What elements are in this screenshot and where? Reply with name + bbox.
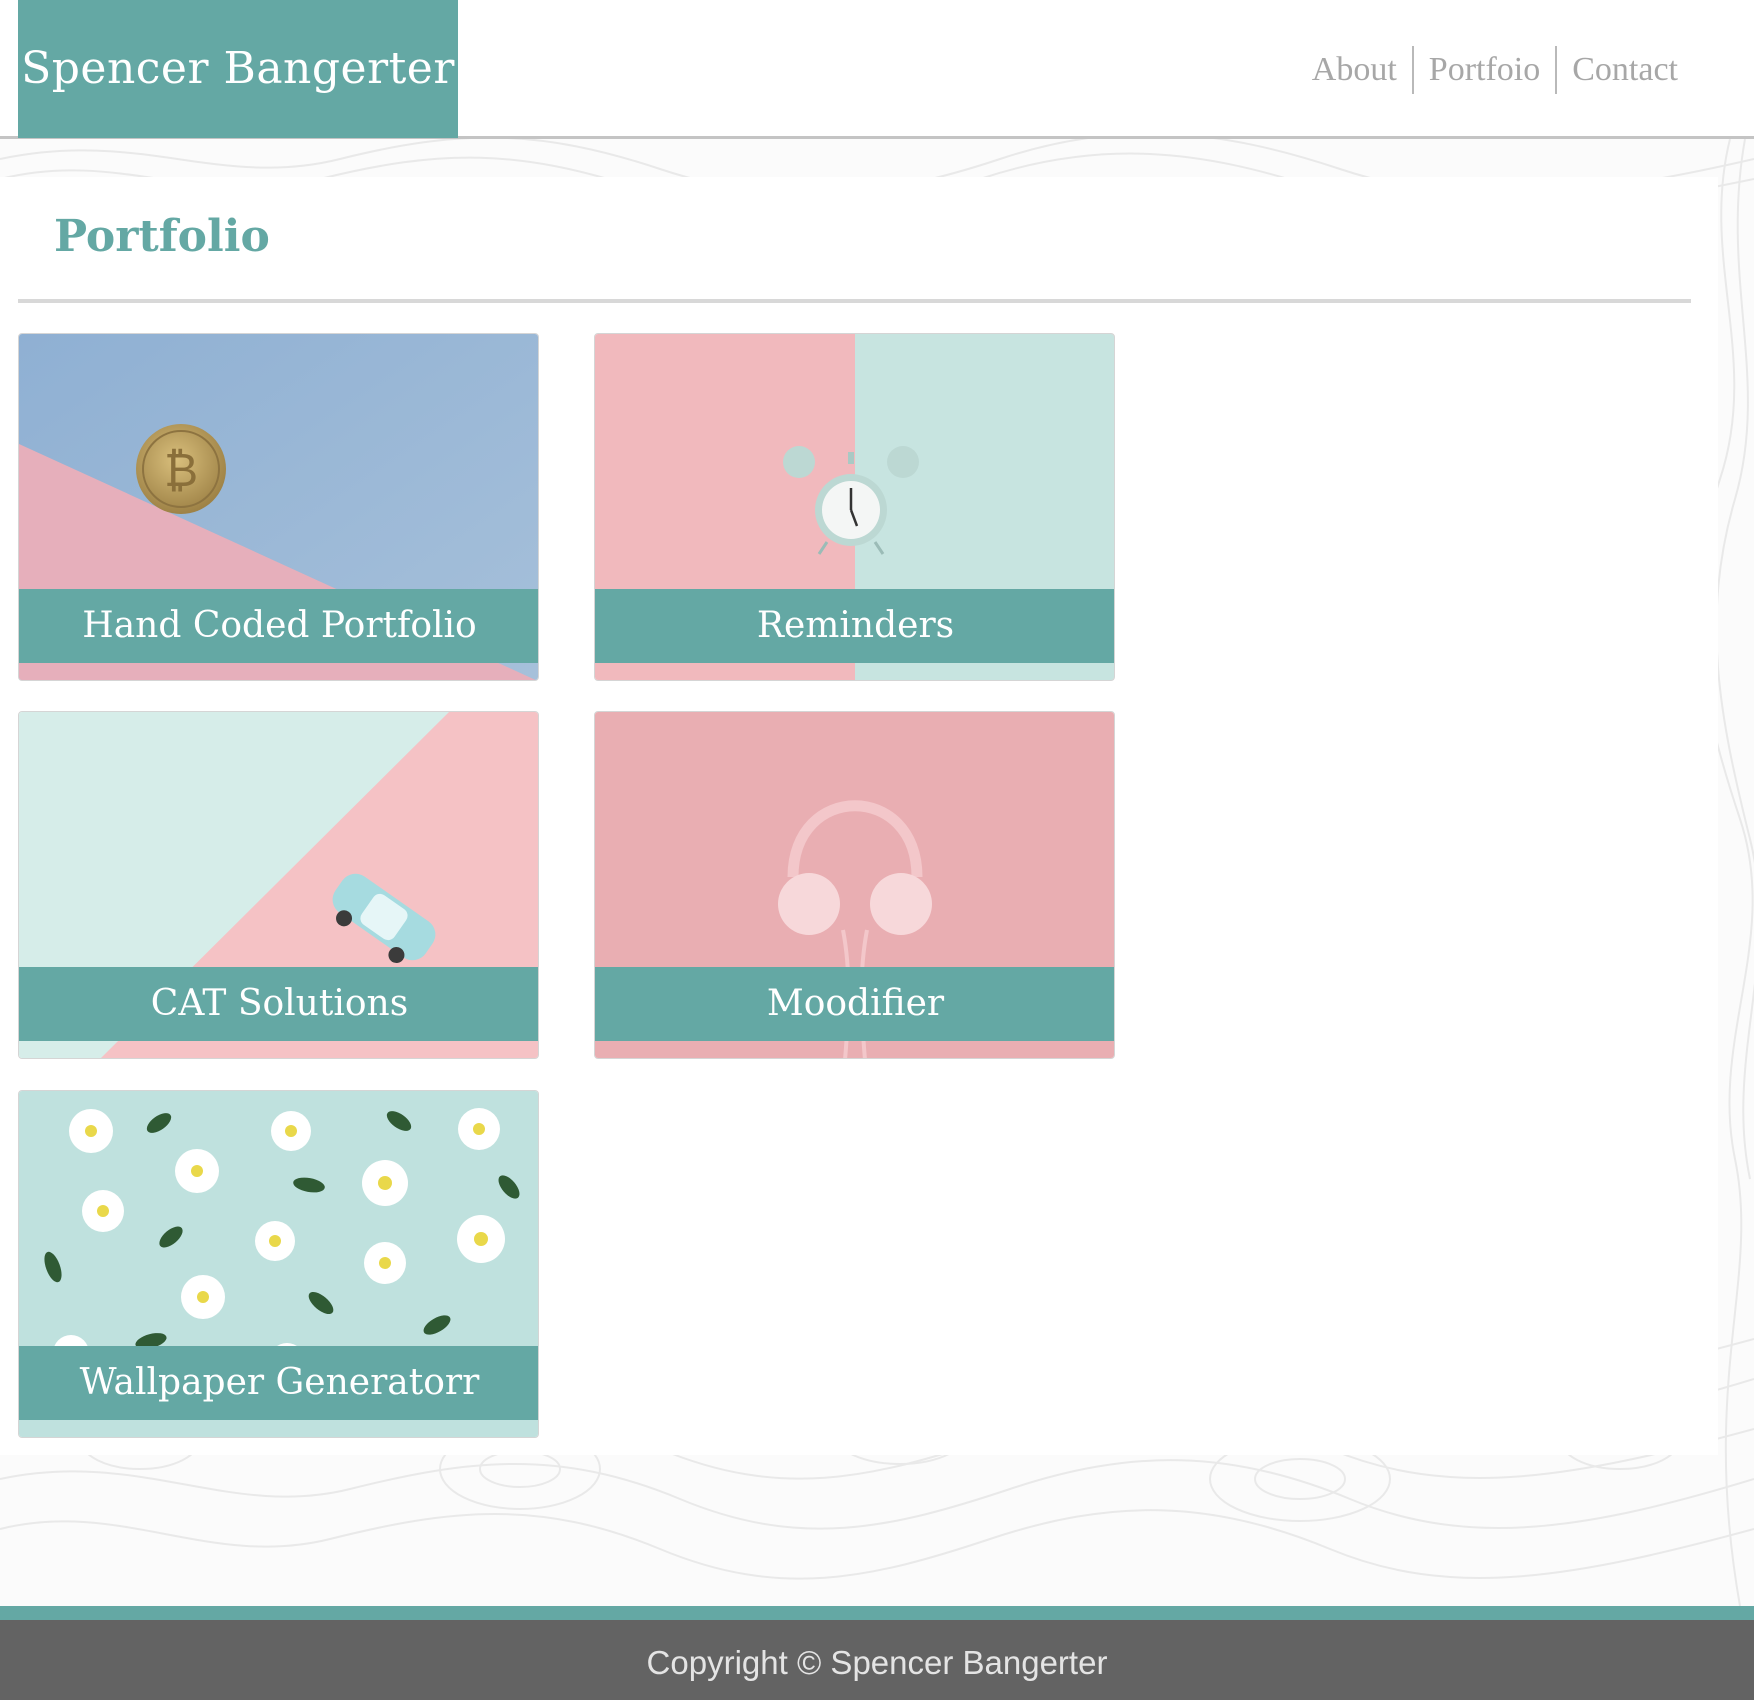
main-nav: About Portfoio Contact bbox=[1297, 46, 1678, 94]
copyright-text: Copyright © Spencer Bangerter bbox=[646, 1644, 1108, 1681]
page-title: Portfolio bbox=[54, 211, 270, 262]
project-card-title: CAT Solutions bbox=[19, 967, 538, 1041]
project-card-moodifier[interactable]: Moodifier bbox=[594, 711, 1115, 1059]
project-card-title: Wallpaper Generatorr bbox=[19, 1346, 538, 1420]
project-card-title: Reminders bbox=[595, 589, 1114, 663]
site-header: Spencer Bangerter About Portfoio Contact bbox=[0, 0, 1754, 139]
brand-logo-link[interactable]: Spencer Bangerter bbox=[18, 0, 458, 138]
title-divider bbox=[18, 299, 1691, 303]
footer-accent-strip bbox=[0, 1606, 1754, 1620]
nav-link-contact[interactable]: Contact bbox=[1557, 46, 1678, 94]
project-card-reminders[interactable]: Reminders bbox=[594, 333, 1115, 681]
project-card-cat-solutions[interactable]: CAT Solutions bbox=[18, 711, 539, 1059]
nav-link-about[interactable]: About bbox=[1297, 46, 1412, 94]
project-card-hand-coded-portfolio[interactable]: ₿ Hand Coded Portfolio bbox=[18, 333, 539, 681]
nav-link-portfolio[interactable]: Portfoio bbox=[1414, 46, 1555, 94]
project-card-title: Hand Coded Portfolio bbox=[19, 589, 538, 663]
project-card-wallpaper-generatorr[interactable]: Wallpaper Generatorr bbox=[18, 1090, 539, 1438]
main-content: Portfolio ₿ Hand Coded Portfolio Reminde… bbox=[0, 177, 1718, 1455]
site-footer: Copyright © Spencer Bangerter bbox=[0, 1620, 1754, 1700]
svg-text:₿: ₿ bbox=[164, 443, 198, 497]
project-card-title: Moodifier bbox=[595, 967, 1114, 1041]
